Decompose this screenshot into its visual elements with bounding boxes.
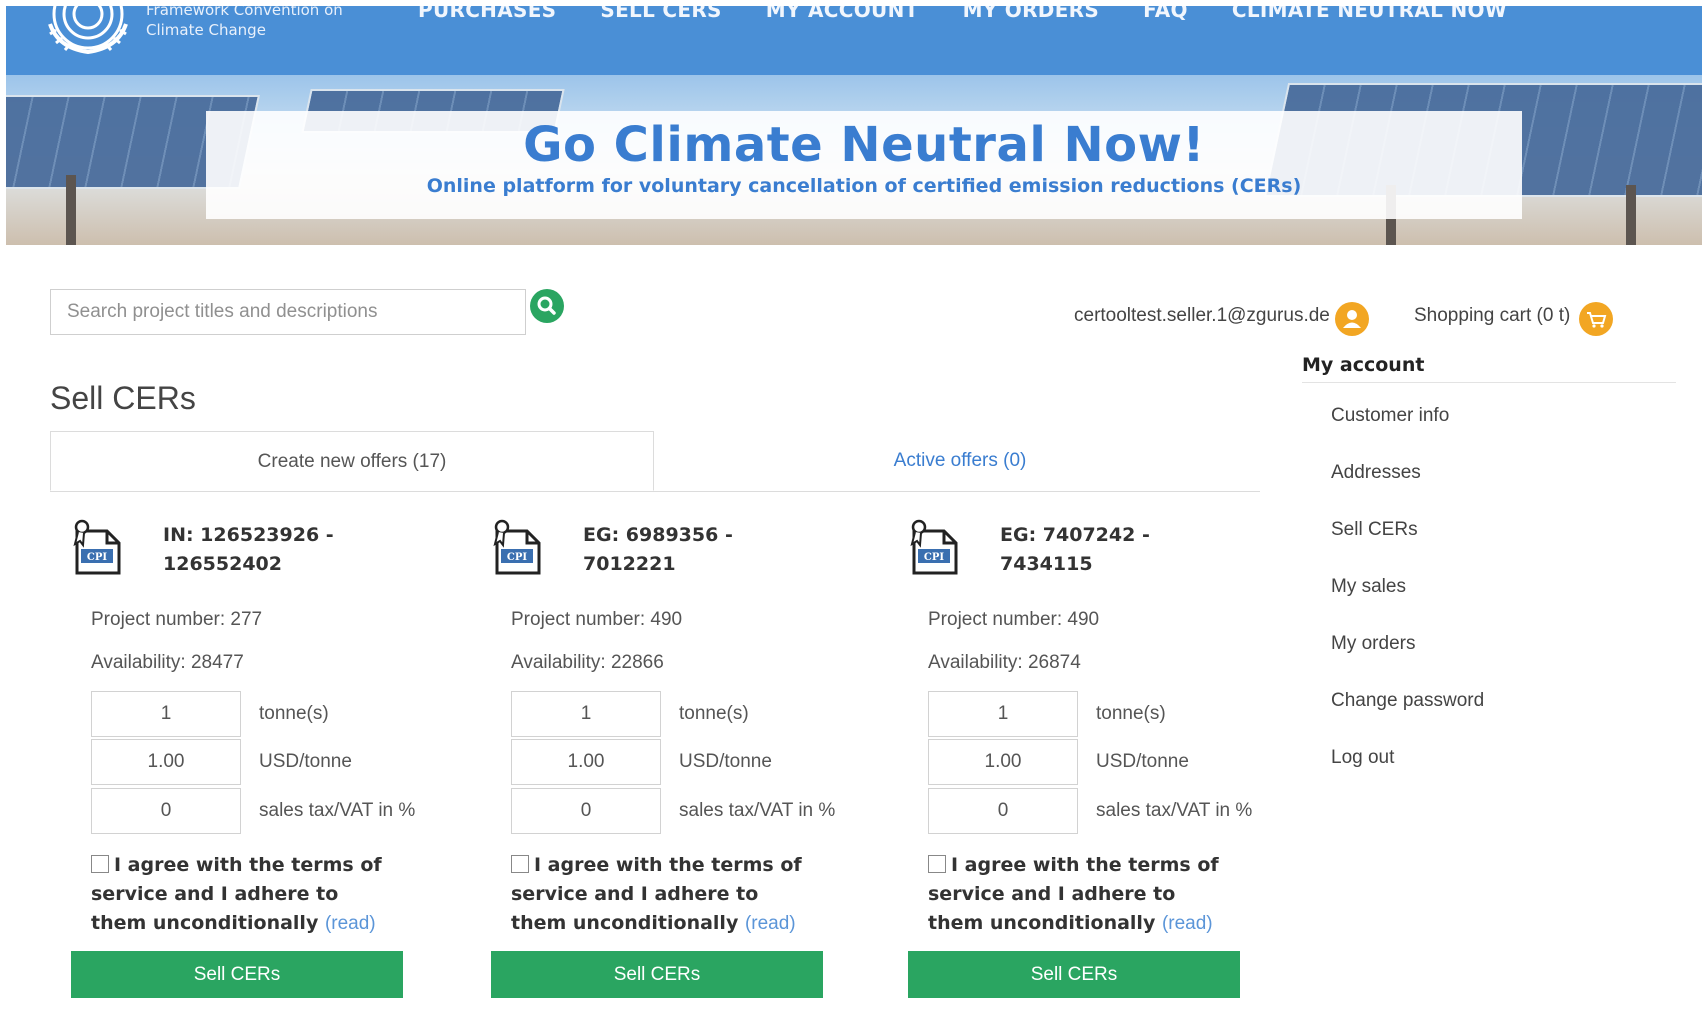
offer-card: CPI EG: 6989356 - 7012221 Project number… [491,515,891,1005]
cert-badge-text: CPI [507,552,527,563]
tonnes-label: tonne(s) [1096,703,1166,724]
nav-my-orders[interactable]: MY ORDERS [963,6,1100,22]
tax-input[interactable] [91,788,241,834]
user-icon[interactable] [1335,302,1369,336]
nav-sell-cers[interactable]: SELL CERS [600,6,721,22]
price-input[interactable] [91,739,241,785]
sidebar-item-my-sales[interactable]: My sales [1331,576,1406,598]
tonnes-label: tonne(s) [679,703,749,724]
sidebar-item-change-password[interactable]: Change password [1331,690,1484,712]
sidebar-item-addresses[interactable]: Addresses [1331,462,1421,484]
tab-active-offers[interactable]: Active offers (0) [660,431,1260,491]
availability: Availability: 26874 [928,652,1081,673]
cert-badge-text: CPI [924,552,944,563]
certificate-icon: CPI [73,519,121,575]
price-input[interactable] [511,739,661,785]
tab-create-new-offers[interactable]: Create new offers (17) [50,431,654,491]
panel-pole [66,175,76,245]
terms-read-link[interactable]: (read) [745,913,796,934]
usd-label: USD/tonne [259,751,352,772]
sidebar-title: My account [1302,354,1676,383]
nav-my-account[interactable]: MY ACCOUNT [766,6,919,22]
search-button[interactable] [530,289,564,323]
terms-read-link[interactable]: (read) [1162,913,1213,934]
quantity-input[interactable] [91,691,241,737]
usd-label: USD/tonne [1096,751,1189,772]
sell-cers-button[interactable]: Sell CERs [908,951,1240,998]
search-input[interactable] [50,289,526,335]
sidebar-item-sell-cers[interactable]: Sell CERs [1331,519,1418,541]
terms-agreement: I agree with the terms of service and I … [928,851,1228,938]
tab-divider [50,491,1260,492]
search-icon [537,296,556,315]
cert-badge-text: CPI [87,552,107,563]
user-email[interactable]: certooltest.seller.1@zgurus.de [1074,305,1330,327]
sidebar-item-log-out[interactable]: Log out [1331,747,1394,769]
offer-title: EG: 6989356 - 7012221 [583,524,733,575]
price-input[interactable] [928,739,1078,785]
offer-title: IN: 126523926 - 126552402 [163,524,334,575]
offer-card: CPI IN: 126523926 - 126552402 Project nu… [71,515,471,1005]
terms-agreement: I agree with the terms of service and I … [511,851,811,938]
sidebar-item-my-orders[interactable]: My orders [1331,633,1415,655]
tax-input[interactable] [928,788,1078,834]
main-nav: PURCHASES SELL CERS MY ACCOUNT MY ORDERS… [418,6,1507,22]
nav-purchases[interactable]: PURCHASES [418,6,556,22]
project-number: Project number: 277 [91,609,263,630]
project-number: Project number: 490 [928,609,1100,630]
hero-title: Go Climate Neutral Now! [523,117,1205,173]
un-logo-icon[interactable] [40,6,136,56]
cart-icon[interactable] [1579,302,1613,336]
hero-overlay: Go Climate Neutral Now! Online platform … [206,111,1522,219]
tax-label: sales tax/VAT in % [1096,800,1253,821]
page-title: Sell CERs [50,380,196,416]
tax-input[interactable] [511,788,661,834]
terms-read-link[interactable]: (read) [325,913,376,934]
tax-label: sales tax/VAT in % [679,800,836,821]
availability: Availability: 22866 [511,652,664,673]
hero-subtitle: Online platform for voluntary cancellati… [426,175,1302,197]
sidebar-item-customer-info[interactable]: Customer info [1331,405,1449,427]
offer-card: CPI EG: 7407242 - 7434115 Project number… [908,515,1308,1005]
shopping-cart-link[interactable]: Shopping cart (0 t) [1414,305,1570,327]
tonnes-label: tonne(s) [259,703,329,724]
availability: Availability: 28477 [91,652,244,673]
quantity-input[interactable] [928,691,1078,737]
project-number: Project number: 490 [511,609,683,630]
logo-text-line2: Climate Change [146,21,266,39]
usd-label: USD/tonne [679,751,772,772]
sell-cers-button[interactable]: Sell CERs [491,951,823,998]
nav-climate-neutral-now[interactable]: CLIMATE NEUTRAL NOW [1232,6,1507,22]
certificate-icon: CPI [910,519,958,575]
hero-banner: Go Climate Neutral Now! Online platform … [6,75,1702,245]
logo-text: Framework Convention on Climate Change [146,6,343,40]
terms-agreement: I agree with the terms of service and I … [91,851,391,938]
offer-title: EG: 7407242 - 7434115 [1000,524,1150,575]
nav-faq[interactable]: FAQ [1143,6,1188,22]
panel-pole [1626,185,1636,245]
top-navbar: Framework Convention on Climate Change P… [6,6,1702,75]
quantity-input[interactable] [511,691,661,737]
sell-cers-button[interactable]: Sell CERs [71,951,403,998]
tax-label: sales tax/VAT in % [259,800,416,821]
logo-text-line1: Framework Convention on [146,6,343,19]
certificate-icon: CPI [493,519,541,575]
